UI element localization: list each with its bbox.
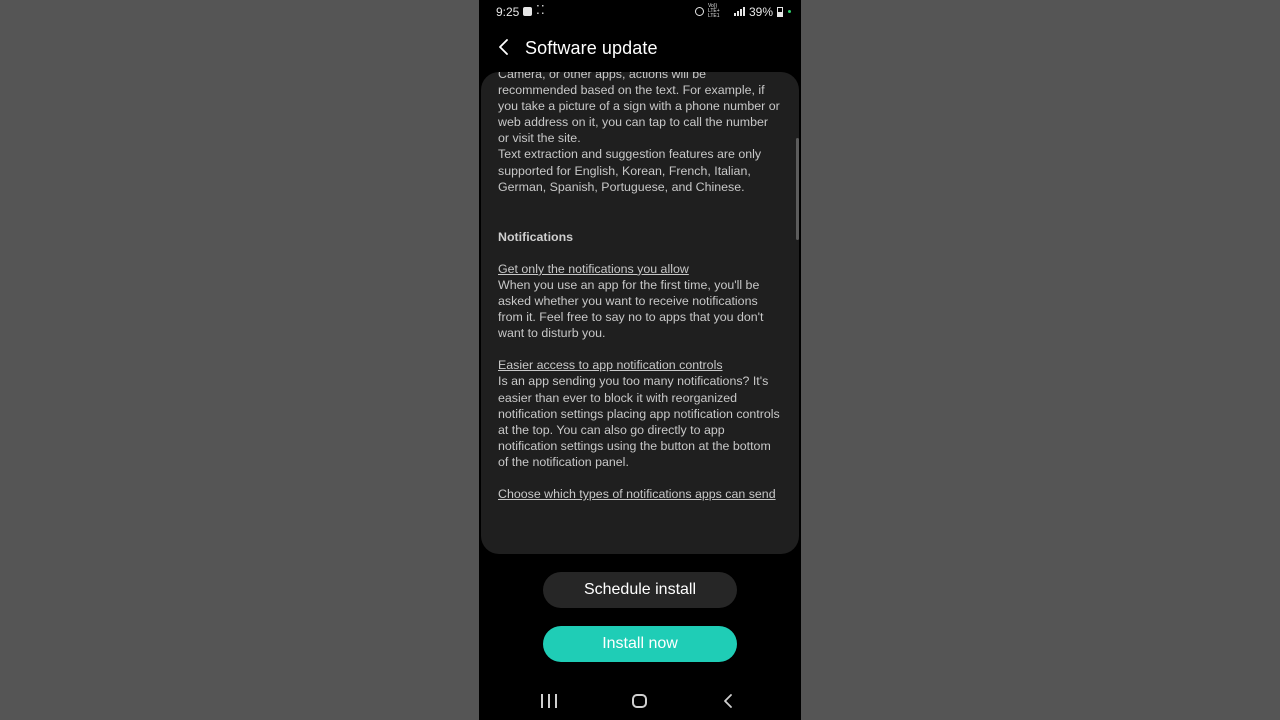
paragraph-language-support: Text extraction and suggestion features … xyxy=(498,147,762,194)
back-button[interactable] xyxy=(491,34,517,60)
item-title-notification-controls[interactable]: Easier access to app notification contro… xyxy=(498,357,782,373)
release-notes-panel[interactable]: Camera, or other apps, actions will be r… xyxy=(481,72,799,554)
release-notes-content: Camera, or other apps, actions will be r… xyxy=(498,72,782,502)
item-title-notification-types[interactable]: Choose which types of notifications apps… xyxy=(498,486,782,502)
item-body-allowed-notifications: When you use an app for the first time, … xyxy=(498,277,764,341)
paragraph-text-recognition: Camera, or other apps, actions will be r… xyxy=(498,72,780,146)
chevron-left-icon xyxy=(499,39,508,55)
navigation-bar xyxy=(479,680,801,720)
install-now-button[interactable]: Install now xyxy=(543,626,737,662)
status-bar: 9:25 ⁚⁚ Vo)) LTE+ LTE1 39% xyxy=(479,0,801,24)
signal-icon xyxy=(733,7,745,16)
battery-icon xyxy=(777,6,783,17)
schedule-install-button[interactable]: Schedule install xyxy=(543,572,737,608)
home-icon[interactable] xyxy=(632,694,647,708)
page-title: Software update xyxy=(525,38,658,58)
recents-icon[interactable] xyxy=(541,694,557,708)
notification-icon xyxy=(523,7,532,16)
back-icon[interactable] xyxy=(721,693,735,709)
status-time: 9:25 xyxy=(496,5,520,19)
status-indicators: Vo)) LTE+ LTE1 39% xyxy=(694,3,791,19)
network-label: Vo)) LTE+ LTE1 xyxy=(707,3,720,19)
alarm-icon xyxy=(694,7,704,16)
scrollbar-thumb[interactable] xyxy=(796,138,799,240)
item-title-allowed-notifications[interactable]: Get only the notifications you allow xyxy=(498,261,782,277)
item-body-notification-controls: Is an app sending you too many notificat… xyxy=(498,374,780,469)
section-heading-notifications: Notifications xyxy=(498,229,574,244)
status-dots: ⁚⁚ xyxy=(536,3,546,17)
app-header: Software update xyxy=(479,24,801,72)
privacy-indicator-dot xyxy=(788,10,791,13)
phone-screen: 9:25 ⁚⁚ Vo)) LTE+ LTE1 39% Software upda… xyxy=(479,0,801,720)
battery-percent: 39% xyxy=(748,4,773,19)
